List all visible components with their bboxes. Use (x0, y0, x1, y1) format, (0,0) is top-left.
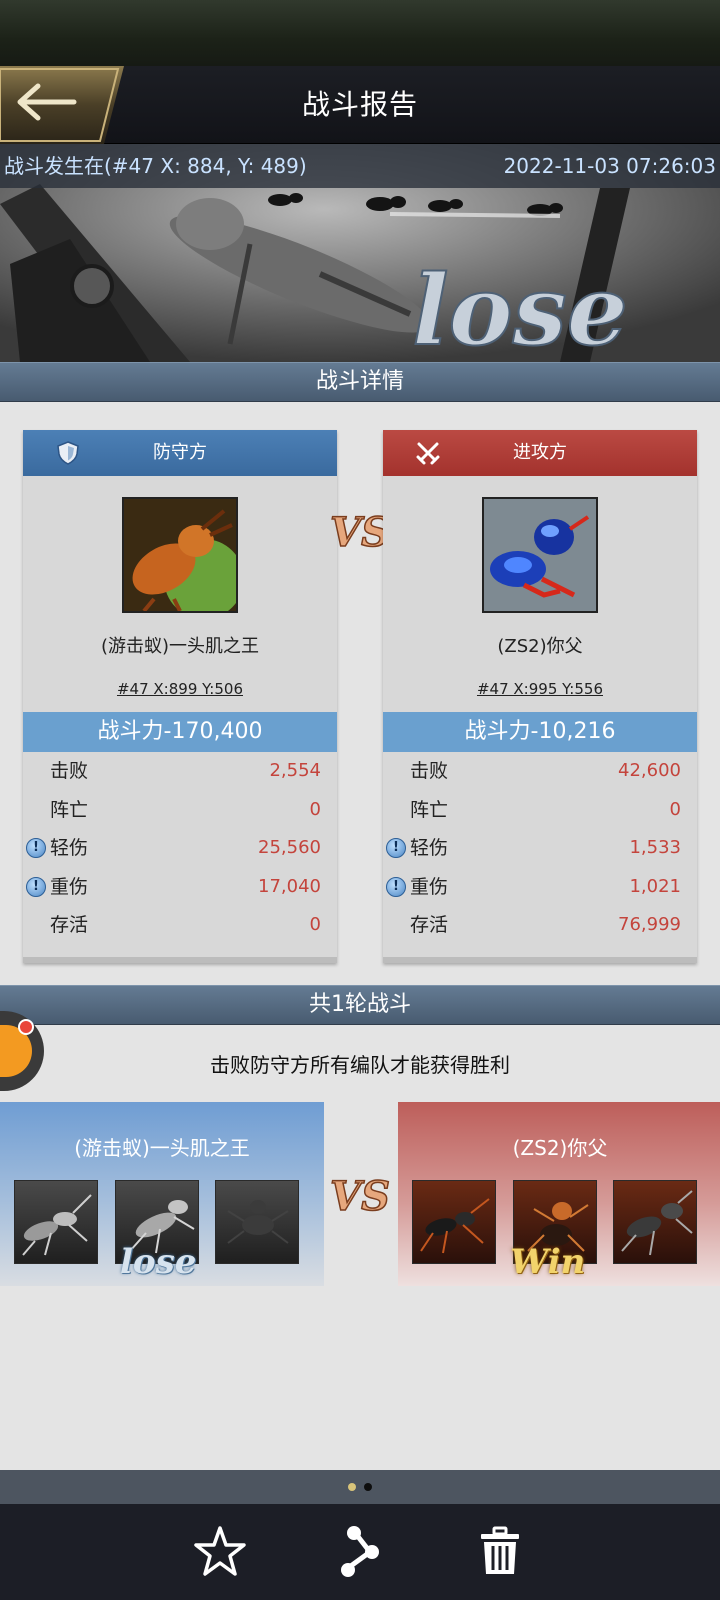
victory-hint: 击败防守方所有编队才能获得胜利 (210, 1053, 510, 1077)
vs-emblem: VS (329, 1172, 390, 1220)
stat-row-survived: 存活 0 (23, 906, 337, 945)
attacker-name: (ZS2)你父 (497, 636, 583, 657)
stat-row-defeated: 击败 42,600 (383, 752, 697, 791)
defender-card: 防守方 (游击蚁)一头肌之王 #47 X:899 Y:506 战斗力-170,4… (23, 430, 337, 963)
share-button[interactable] (332, 1524, 388, 1580)
unit-slot[interactable] (412, 1180, 496, 1264)
attacker-coords-link[interactable]: #47 X:995 Y:556 (383, 680, 697, 698)
stat-label: 阵亡 (50, 798, 89, 821)
card-shadow-edge (23, 957, 337, 963)
attacker-role: 进攻方 (513, 442, 567, 463)
stat-value: 25,560 (258, 837, 321, 858)
notification-dot (18, 1019, 34, 1035)
stat-row-heavy-wounded: ! 重伤 17,040 (23, 868, 337, 907)
stat-value: 0 (669, 798, 681, 820)
vs-text: VS (330, 509, 390, 556)
detail-section-bar: 战斗详情 (0, 362, 720, 402)
battle-datetime: 2022-11-03 07:26:03 (503, 154, 716, 178)
page-indicator-bar (0, 1470, 720, 1504)
defender-name: (游击蚁)一头肌之王 (100, 636, 260, 657)
trash-icon (481, 1526, 519, 1574)
stat-row-light-wounded: ! 轻伤 1,533 (383, 829, 697, 868)
attacker-stats: 击败 42,600 阵亡 0 ! 轻伤 1,533 ! 重伤 1,021 存活 … (383, 752, 697, 945)
stat-row-killed: 阵亡 0 (383, 791, 697, 830)
defender-avatar[interactable] (122, 497, 238, 613)
stat-label: 存活 (410, 914, 449, 936)
info-icon[interactable]: ! (386, 876, 406, 897)
ant-unit-icon (621, 1190, 693, 1256)
team-name: (游击蚁)一头肌之王 (74, 1136, 250, 1160)
team-name: (ZS2)你父 (512, 1136, 608, 1160)
battle-report-screen: 战斗报告 lose 战斗发生在(#47 X: 884, Y: 489) 2022… (0, 0, 720, 1600)
info-icon[interactable]: ! (26, 876, 46, 897)
stat-row-heavy-wounded: ! 重伤 1,021 (383, 868, 697, 907)
defender-ant-image (124, 499, 236, 611)
unit-slot[interactable] (613, 1180, 697, 1264)
defender-role: 防守方 (153, 442, 207, 463)
stat-label: 轻伤 (50, 837, 89, 859)
stat-label: 重伤 (50, 875, 89, 898)
attacker-ant-image (484, 499, 596, 611)
banner-info-bar: 战斗发生在(#47 X: 884, Y: 489) 2022-11-03 07:… (0, 144, 720, 188)
stat-value: 1,021 (629, 875, 681, 897)
stat-row-light-wounded: ! 轻伤 25,560 (23, 829, 337, 868)
round-result-lose: lose (120, 1242, 197, 1282)
stat-value: 76,999 (618, 914, 681, 935)
stat-row-survived: 存活 76,999 (383, 906, 697, 945)
stat-value: 0 (309, 798, 321, 820)
vs-text: VS (330, 1173, 390, 1220)
stat-value: 17,040 (258, 875, 321, 897)
defender-stats: 击败 2,554 阵亡 0 ! 轻伤 25,560 ! 重伤 17,040 存活… (23, 752, 337, 945)
stat-label: 阵亡 (410, 798, 449, 821)
stat-value: 2,554 (269, 760, 321, 781)
stat-value: 1,533 (629, 837, 681, 858)
stat-label: 击败 (410, 760, 449, 782)
delete-button[interactable] (472, 1524, 528, 1580)
ant-unit-icon (420, 1198, 490, 1254)
info-icon[interactable]: ! (386, 838, 406, 858)
rounds-section-title: 共1轮战斗 (309, 992, 411, 1017)
page-title: 战斗报告 (301, 88, 418, 121)
page-dot-1[interactable] (348, 1483, 356, 1491)
stat-row-killed: 阵亡 0 (23, 791, 337, 830)
unit-slot[interactable] (215, 1180, 299, 1264)
stat-row-defeated: 击败 2,554 (23, 752, 337, 791)
ant-unit-icon (227, 1200, 289, 1244)
attacker-power: 战斗力-10,216 (383, 712, 697, 752)
share-icon (341, 1526, 379, 1577)
info-icon[interactable]: ! (26, 838, 46, 858)
title-bar: 战斗报告 (0, 66, 720, 144)
detail-section-title: 战斗详情 (315, 369, 404, 394)
battle-banner: lose 战斗发生在(#47 X: 884, Y: 489) 2022-11-0… (0, 144, 720, 362)
stat-label: 存活 (50, 914, 89, 936)
card-shadow-edge (383, 957, 697, 963)
unit-slot[interactable] (14, 1180, 98, 1264)
defender-header: 防守方 (23, 430, 337, 476)
ant-unit-icon (22, 1194, 92, 1256)
stat-label: 击败 (50, 760, 89, 782)
rounds-section-bar: 共1轮战斗 (0, 985, 720, 1025)
attacker-avatar[interactable] (482, 497, 598, 613)
battle-location[interactable]: 战斗发生在(#47 X: 884, Y: 489) (4, 144, 307, 188)
round-defender-team[interactable]: (游击蚁)一头肌之王 lose (0, 1102, 324, 1286)
stat-label: 轻伤 (410, 837, 449, 859)
bottom-action-bar (0, 1504, 720, 1600)
stat-value: 42,600 (618, 760, 681, 781)
defender-coords-link[interactable]: #47 X:899 Y:506 (23, 680, 337, 698)
star-icon (194, 1526, 246, 1576)
banner-result-word: lose (412, 254, 628, 362)
round-attacker-team[interactable]: (ZS2)你父 Win (398, 1102, 720, 1286)
status-bar (0, 0, 720, 66)
attacker-header: 进攻方 (383, 430, 697, 476)
round-result-win: Win (510, 1242, 586, 1282)
page-dot-2[interactable] (364, 1483, 372, 1491)
stat-value: 0 (309, 914, 321, 935)
defender-power: 战斗力-170,400 (23, 712, 337, 752)
stat-label: 重伤 (410, 875, 449, 898)
attacker-card: 进攻方 (ZS2)你父 #47 X:995 Y:556 战斗力-10,216 击… (383, 430, 697, 963)
favorite-button[interactable] (192, 1524, 248, 1580)
